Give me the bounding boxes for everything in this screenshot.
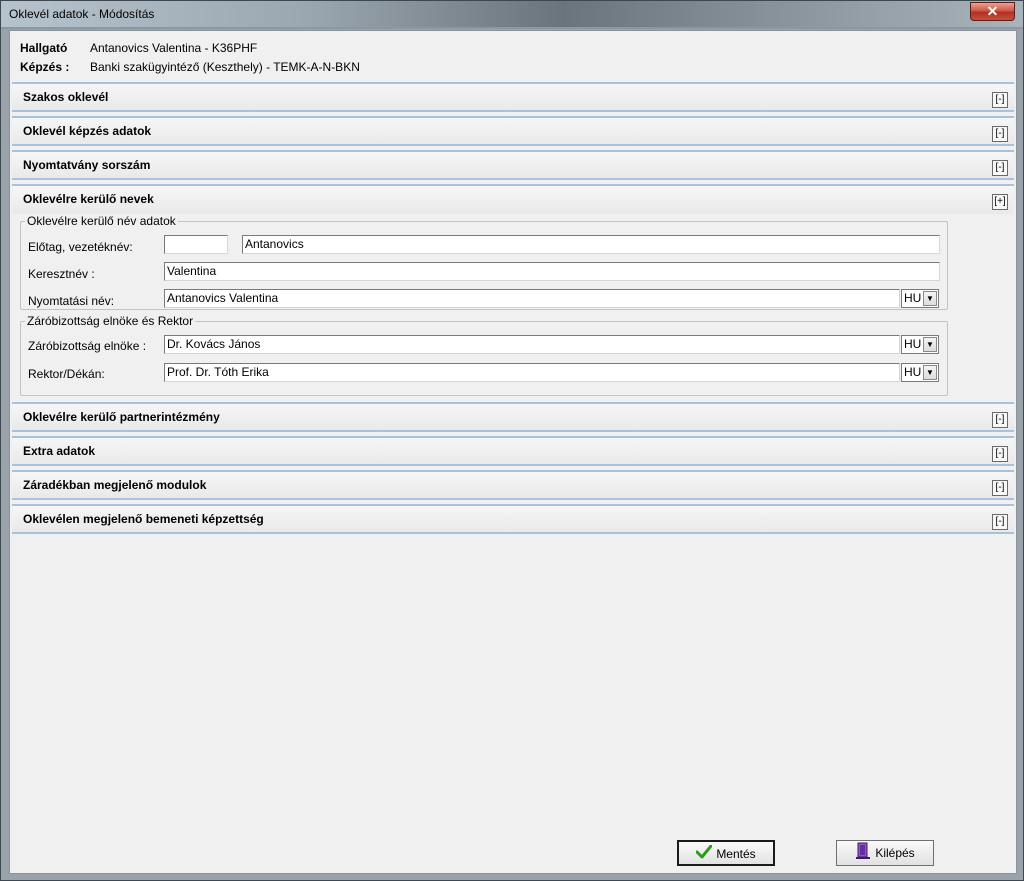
rector-input[interactable]: Prof. Dr. Tóth Erika — [164, 363, 900, 382]
title-bar[interactable]: Oklevél adatok - Módosítás ✕ — [1, 1, 1023, 27]
client-area: Hallgató Antanovics Valentina - K36PHF Ké… — [9, 30, 1017, 874]
chevron-down-icon[interactable]: ▼ — [923, 291, 937, 306]
section-title: Szakos oklevél — [23, 90, 109, 104]
training-label: Képzés : — [20, 60, 70, 74]
dialog-window: Oklevél adatok - Módosítás ✕ Hallgató Ant… — [0, 0, 1024, 881]
section-title: Oklevélen megjelenő bemeneti képzettség — [23, 512, 264, 526]
collapse-toggle[interactable]: [-] — [992, 446, 1008, 462]
section-title: Oklevél képzés adatok — [23, 124, 152, 138]
rector-lang-select[interactable]: HU ▼ — [901, 363, 939, 382]
section-title: Oklevélre kerülő partnerintézmény — [23, 410, 220, 424]
prefix-input[interactable] — [164, 235, 228, 254]
chevron-down-icon[interactable]: ▼ — [923, 365, 937, 380]
lang-value: HU — [904, 365, 922, 379]
prefix-surname-label: Előtag, vezetéknév: — [28, 240, 133, 254]
section-zaradek-modulok: Záradékban megjelenő modulok [-] — [12, 470, 1014, 500]
collapse-toggle[interactable]: [-] — [992, 126, 1008, 142]
exit-label: Kilépés — [875, 846, 915, 861]
committee-chair-input[interactable]: Dr. Kovács János — [164, 335, 900, 354]
check-icon — [695, 843, 713, 867]
section-title: Extra adatok — [23, 444, 96, 458]
section-szakos-oklevel: Szakos oklevél [-] — [12, 82, 1014, 112]
collapse-toggle[interactable]: [-] — [992, 92, 1008, 108]
firstname-input[interactable]: Valentina — [164, 262, 940, 281]
button-bar: Mentés Kilépés — [12, 833, 1014, 871]
print-name-lang-select[interactable]: HU ▼ — [901, 289, 939, 308]
exit-door-icon — [855, 841, 871, 867]
section-oklevelre-kerulo-nevek: Oklevélre kerülő nevek [+] — [12, 184, 1014, 214]
print-name-input[interactable]: Antanovics Valentina — [164, 289, 900, 308]
print-name-label: Nyomtatási név: — [28, 294, 115, 308]
committee-chair-label: Záróbizottság elnöke : — [28, 339, 147, 353]
chevron-down-icon[interactable]: ▼ — [923, 337, 937, 352]
collapse-toggle[interactable]: [-] — [992, 412, 1008, 428]
close-button[interactable]: ✕ — [970, 2, 1015, 21]
section-title: Oklevélre kerülő nevek — [23, 192, 154, 206]
section-oklevel-kepzes-adatok: Oklevél képzés adatok [-] — [12, 116, 1014, 146]
lang-value: HU — [904, 291, 922, 305]
committee-rector-group: Záróbizottság elnöke és Rektor — [20, 314, 948, 396]
section-title: Nyomtatvány sorszám — [23, 158, 151, 172]
section-title: Záradékban megjelenő modulok — [23, 478, 207, 492]
names-section-body: Oklevélre kerülő név adatok Előtag, veze… — [12, 214, 1014, 401]
lang-value: HU — [904, 337, 922, 351]
section-extra-adatok: Extra adatok [-] — [12, 436, 1014, 466]
save-button[interactable]: Mentés — [677, 840, 775, 866]
section-bemeneti-kepzettseg: Oklevélen megjelenő bemeneti képzettség … — [12, 504, 1014, 534]
surname-input[interactable]: Antanovics — [242, 235, 940, 254]
firstname-label: Keresztnév : — [28, 267, 95, 281]
collapse-toggle[interactable]: [-] — [992, 160, 1008, 176]
collapse-toggle[interactable]: [-] — [992, 514, 1008, 530]
group-legend: Oklevélre kerülő név adatok — [27, 214, 176, 228]
window-title: Oklevél adatok - Módosítás — [9, 7, 155, 21]
rector-label: Rektor/Dékán: — [28, 367, 105, 381]
student-info: Hallgató Antanovics Valentina - K36PHF Ké… — [20, 41, 360, 79]
group-legend: Záróbizottság elnöke és Rektor — [27, 314, 194, 328]
training-value: Banki szakügyintéző (Keszthely) - TEMK-A… — [90, 60, 360, 74]
save-label: Mentés — [716, 847, 756, 861]
student-label: Hallgató — [20, 41, 68, 55]
exit-button[interactable]: Kilépés — [836, 840, 934, 866]
expand-toggle[interactable]: [+] — [992, 194, 1008, 210]
section-nyomtatvany-sorszam: Nyomtatvány sorszám [-] — [12, 150, 1014, 180]
section-partnerintezmeny: Oklevélre kerülő partnerintézmény [-] — [12, 402, 1014, 432]
collapse-toggle[interactable]: [-] — [992, 480, 1008, 496]
committee-chair-lang-select[interactable]: HU ▼ — [901, 335, 939, 354]
student-value: Antanovics Valentina - K36PHF — [90, 41, 258, 55]
